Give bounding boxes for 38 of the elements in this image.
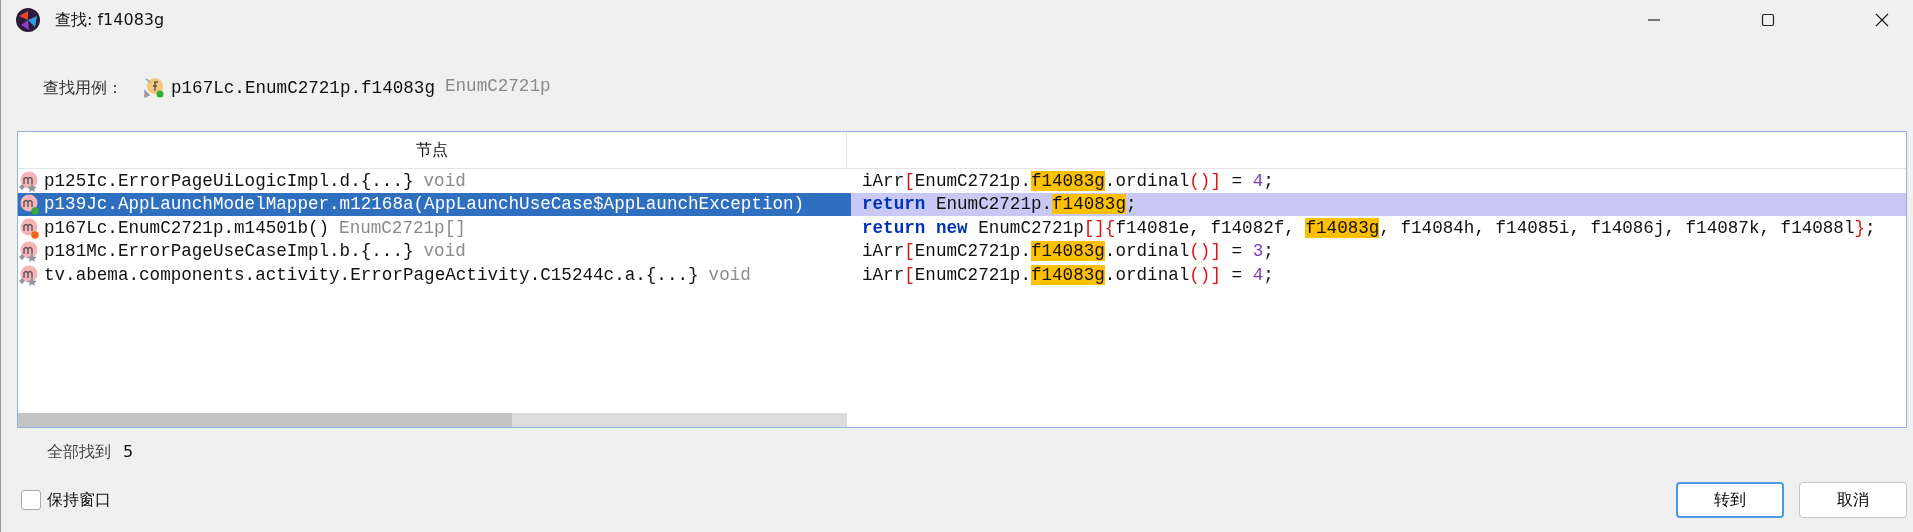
code-line: iArr[EnumC2721p.f14083g.ordinal()] = 4;	[861, 263, 1275, 287]
result-node-row[interactable]: tv.abema.components.activity.ErrorPageActivity.C15244c.a.{...} void	[18, 263, 847, 287]
query-label: 查找用例：	[43, 77, 123, 99]
query-field-name: p167Lc.EnumC2721p.f14083g	[171, 77, 435, 100]
method-icon	[18, 263, 40, 286]
result-node-row[interactable]: p181Mc.ErrorPageUseCaseImpl.b.{...} void	[18, 239, 847, 263]
goto-button[interactable]: 转到	[1676, 482, 1784, 518]
keep-window-checkbox[interactable]	[21, 490, 41, 510]
app-logo-icon	[15, 7, 41, 33]
node-type: void	[708, 264, 751, 285]
column-header[interactable]: 节点	[18, 132, 847, 168]
node-name: p139Jc.AppLaunchModelMapper.m12168a(AppLaunchUseCase$AppLaunchException)	[44, 194, 805, 215]
code-line: iArr[EnumC2721p.f14083g.ordinal()] = 3;	[861, 240, 1275, 263]
code-line: iArr[EnumC2721p.f14083g.ordinal()] = 4;	[861, 169, 1275, 193]
cancel-button[interactable]: 取消	[1799, 482, 1907, 518]
node-type: void	[423, 241, 466, 262]
node-type: EnumC2721p[]	[339, 217, 466, 238]
method-icon	[18, 193, 40, 216]
node-type: void	[423, 170, 466, 191]
node-name: p125Ic.ErrorPageUiLogicImpl.d.{...}	[44, 170, 414, 191]
result-node-row[interactable]: p167Lc.EnumC2721p.m14501b() EnumC2721p[]	[18, 216, 847, 240]
method-icon	[18, 240, 40, 263]
node-name: p167Lc.EnumC2721p.m14501b()	[44, 217, 330, 238]
field-icon	[143, 76, 165, 98]
result-node-row[interactable]: p139Jc.AppLaunchModelMapper.m12168a(AppLaunchUseCase$AppLaunchException)	[18, 192, 847, 216]
node-name: p181Mc.ErrorPageUseCaseImpl.b.{...}	[44, 241, 414, 262]
code-line: return new EnumC2721p[]{f14081e, f14082f, f14083g, f14084h, f14085i, f14086j, f14087k, f14088l};	[861, 216, 1877, 240]
method-icon	[18, 216, 40, 239]
keep-window-label: 保持窗口	[47, 489, 111, 511]
close-icon[interactable]	[1875, 13, 1889, 27]
result-node-row[interactable]: p125Ic.ErrorPageUiLogicImpl.d.{...} void	[18, 169, 847, 193]
found-count: 5	[123, 442, 134, 463]
method-icon	[18, 169, 40, 192]
query-field-type: EnumC2721p	[444, 76, 551, 96]
window-title: 查找: f14083g	[55, 9, 165, 31]
maximize-icon[interactable]	[1761, 13, 1775, 27]
found-label: 全部找到	[47, 442, 111, 463]
node-name: tv.abema.components.activity.ErrorPageActivity.C15244c.a.{...}	[44, 264, 699, 285]
